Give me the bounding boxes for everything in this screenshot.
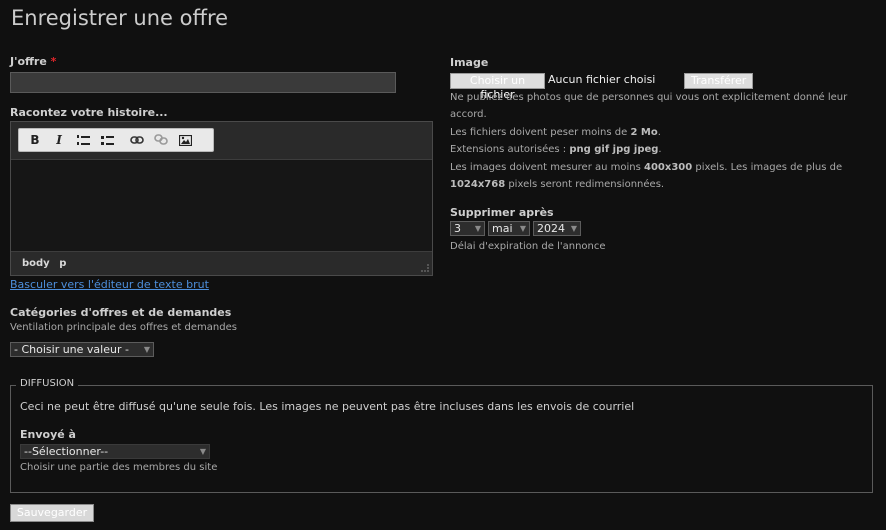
editor-toolbar: B I [18,128,214,152]
path-p[interactable]: p [59,258,66,269]
offer-input[interactable] [10,72,396,93]
image-help-extensions: Extensions autorisées : png gif jpg jpeg… [450,144,662,156]
expiry-day-select[interactable]: 3 ▼ [450,221,485,236]
image-help-size: Les fichiers doivent peser moins de 2 Mo… [450,126,661,138]
sent-to-help: Choisir une partie des membres du site [20,462,218,473]
resize-grip-icon[interactable] [421,264,429,272]
image-help-consent: Ne publiez des photos que de personnes q… [450,92,848,121]
expiry-month-select[interactable]: mai ▼ [488,221,530,236]
unlink-icon [154,134,168,145]
bullet-list-icon [100,135,114,145]
sent-to-select-value: --Sélectionner-- [24,445,109,458]
sent-to-select[interactable]: --Sélectionner-- ▼ [20,444,210,459]
expiry-year-select[interactable]: 2024 ▼ [533,221,581,236]
link-button[interactable] [125,130,149,150]
choose-file-button[interactable]: Choisir un fichier [450,73,545,101]
chevron-down-icon: ▼ [519,224,526,233]
editor-content-area[interactable] [11,161,432,251]
path-body[interactable]: body [22,258,50,269]
categories-help: Ventilation principale des offres et dem… [10,322,237,333]
ordered-list-button[interactable] [71,130,95,150]
unlink-button[interactable] [149,130,173,150]
image-label: Image [450,56,489,69]
categories-select-value: - Choisir une valeur - [14,343,129,356]
editor-toolbar-area: B I [11,122,432,160]
categories-select[interactable]: - Choisir une valeur - ▼ [10,342,154,357]
offer-label: J'offre * [10,55,56,68]
expiry-day-value: 3 [454,222,461,235]
switch-plain-editor-link[interactable]: Basculer vers l'éditeur de texte brut [10,278,209,291]
page-title: Enregistrer une offre [11,6,229,30]
no-file-text: Aucun fichier choisi [548,73,656,86]
story-label: Racontez votre histoire... [10,106,168,119]
save-button[interactable]: Sauvegarder [10,504,94,522]
bullet-list-button[interactable] [95,130,119,150]
expiry-year-value: 2024 [537,222,565,235]
chevron-down-icon: ▼ [474,224,481,233]
chevron-down-icon: ▼ [199,447,206,456]
diffusion-legend: DIFFUSION [16,378,79,389]
categories-label: Catégories d'offres et de demandes [10,306,232,319]
offer-label-text: J'offre [10,55,47,68]
link-icon [130,136,144,144]
ordered-list-icon [76,134,90,145]
upload-button[interactable]: Transférer [684,73,753,89]
sent-to-label: Envoyé à [20,428,76,441]
expiry-help: Délai d'expiration de l'annonce [450,241,606,252]
rich-text-editor: B I body p [10,121,433,276]
chevron-down-icon: ▼ [143,345,150,354]
image-icon [178,134,192,146]
chevron-down-icon: ▼ [570,224,577,233]
editor-element-path: body p [11,251,432,275]
image-help: Ne publiez des photos que de personnes q… [450,89,870,193]
italic-button[interactable]: I [47,130,71,150]
expiry-month-value: mai [492,222,513,235]
expiry-label: Supprimer après [450,206,554,219]
diffusion-notice: Ceci ne peut être diffusé qu'une seule f… [20,400,635,413]
bold-button[interactable]: B [23,130,47,150]
image-button[interactable] [173,130,197,150]
image-help-dimensions: Les images doivent mesurer au moins 400x… [450,161,843,191]
required-mark: * [50,55,57,68]
